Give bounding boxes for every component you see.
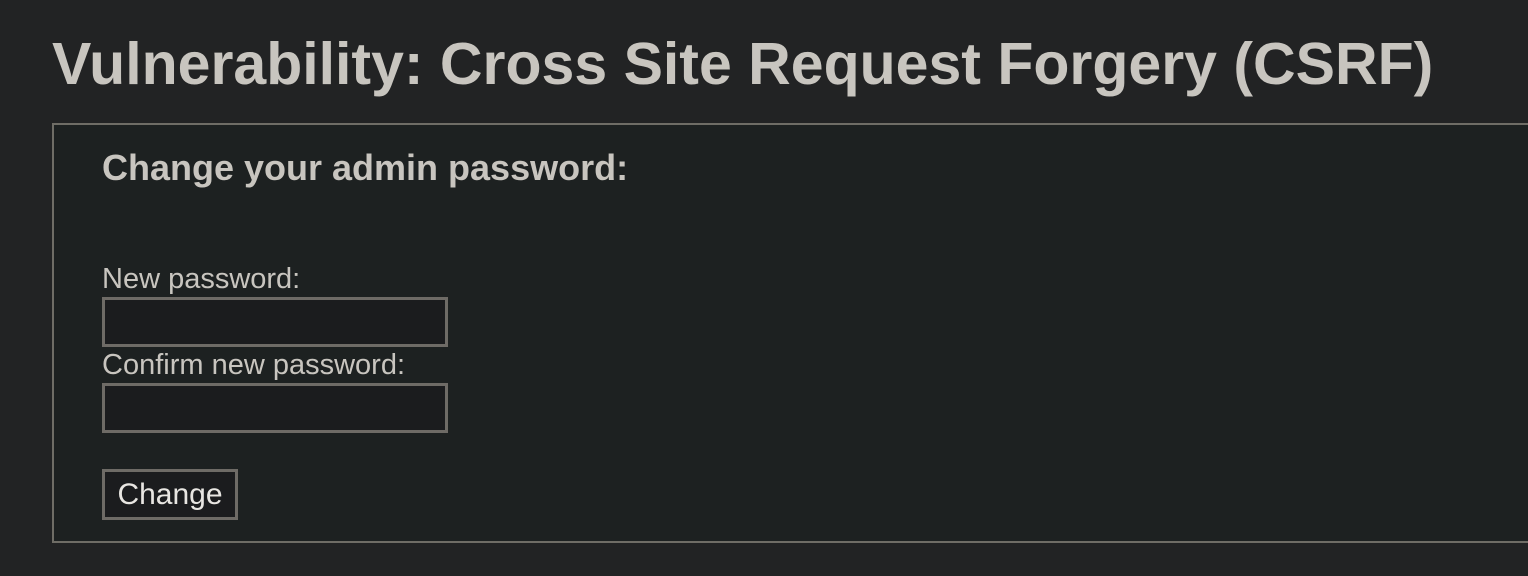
- new-password-input[interactable]: [102, 297, 448, 347]
- csrf-form-panel: Change your admin password: New password…: [52, 123, 1528, 543]
- change-button[interactable]: Change: [102, 469, 238, 520]
- form-heading: Change your admin password:: [102, 147, 629, 188]
- new-password-label: New password:: [102, 263, 301, 295]
- page-title: Vulnerability: Cross Site Request Forger…: [52, 31, 1434, 97]
- confirm-password-label: Confirm new password:: [102, 349, 405, 381]
- confirm-password-input[interactable]: [102, 383, 448, 433]
